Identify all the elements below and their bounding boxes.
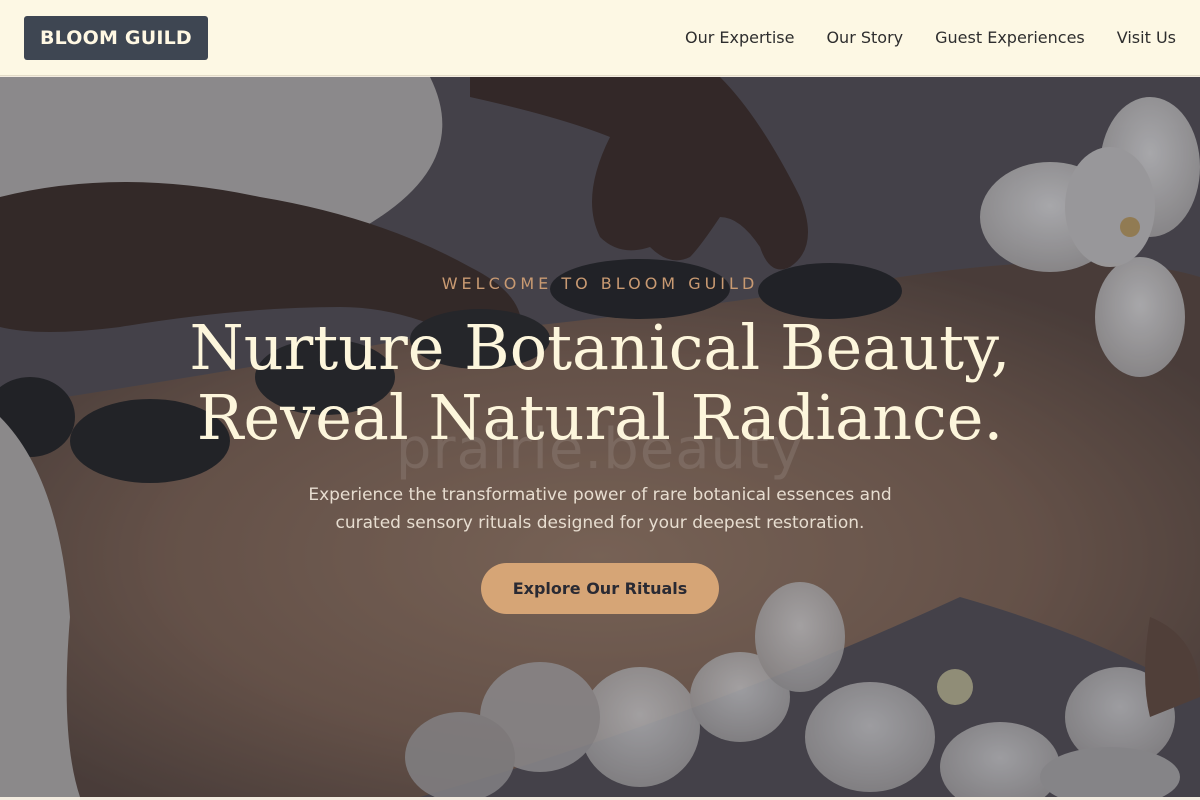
hero-headline: Nurture Botanical Beauty, Reveal Natural… (0, 313, 1200, 453)
explore-rituals-button[interactable]: Explore Our Rituals (481, 563, 719, 614)
nav-link-guest-experiences[interactable]: Guest Experiences (935, 28, 1085, 47)
site-header: BLOOM GUILD Our Expertise Our Story Gues… (0, 0, 1200, 76)
main-nav: Our Expertise Our Story Guest Experience… (685, 28, 1176, 47)
nav-link-our-story[interactable]: Our Story (826, 28, 903, 47)
hero-section: WELCOME TO BLOOM GUILD prairie.beauty Nu… (0, 77, 1200, 797)
hero-subheading: Experience the transformative power of r… (308, 485, 892, 533)
hero-headline-line-1: Nurture Botanical Beauty, (189, 311, 1011, 384)
nav-link-visit-us[interactable]: Visit Us (1117, 28, 1176, 47)
hero-headline-line-2: Reveal Natural Radiance. (196, 381, 1004, 454)
hero-eyebrow: WELCOME TO BLOOM GUILD (441, 274, 759, 293)
brand-logo-button[interactable]: BLOOM GUILD (24, 15, 208, 60)
nav-link-our-expertise[interactable]: Our Expertise (685, 28, 794, 47)
hero-content: WELCOME TO BLOOM GUILD prairie.beauty Nu… (0, 77, 1200, 797)
